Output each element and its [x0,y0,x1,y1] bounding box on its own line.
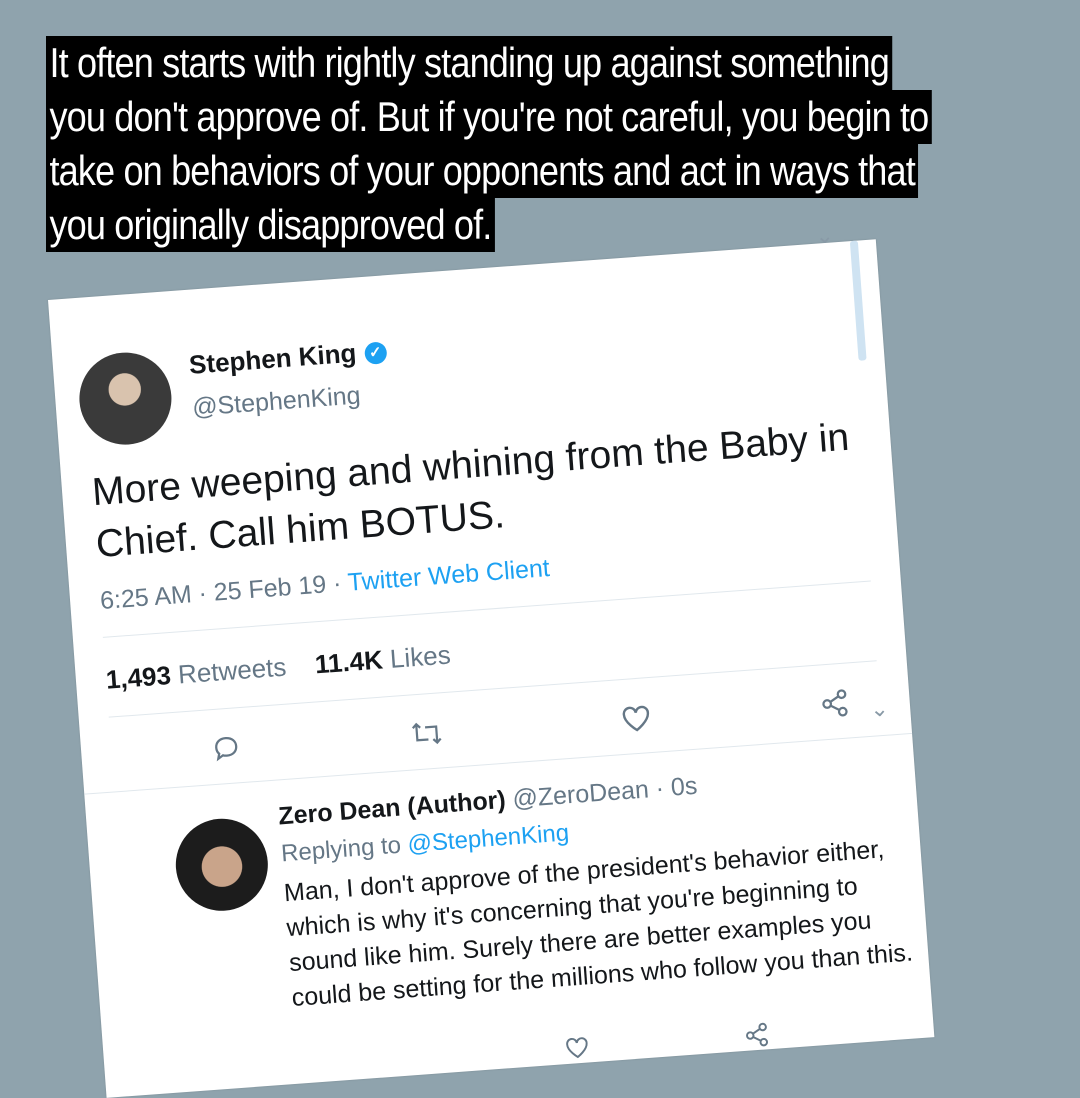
caption-line: take on behaviors of your opponents and … [46,144,919,198]
heart-icon[interactable] [563,1034,591,1060]
reply-avatar[interactable] [172,815,272,915]
replying-prefix: Replying to [280,831,409,868]
retweets-label: Retweets [169,651,288,690]
chevron-down-icon[interactable]: ⌄ [814,222,834,249]
reply-author[interactable]: Zero Dean (Author) @ZeroDean · 0s [277,772,698,832]
caption-line: you don't approve of. But if you're not … [46,90,932,144]
reply-icon[interactable] [210,732,242,764]
likes-count: 11.4K [313,644,384,680]
scrollbar[interactable] [849,240,867,361]
caption-line: you originally disapproved of. [46,198,495,252]
tweet-stats: 1,493 Retweets 11.4K Likes [105,640,452,696]
avatar[interactable] [76,349,175,448]
reply-handle-time: @ZeroDean · 0s [504,771,699,814]
tweet-card: ⌄ Stephen King ✓ @StephenKing More weepin… [48,222,935,1098]
share-icon[interactable] [743,1021,771,1049]
tweet-client-link[interactable]: Twitter Web Client [347,554,551,597]
likes-label: Likes [381,639,452,675]
tweet-time: 6:25 AM · 25 Feb 19 · [99,568,349,615]
replying-to-link[interactable]: @StephenKing [407,819,570,858]
retweet-icon[interactable] [410,717,444,749]
verified-badge-icon: ✓ [363,341,388,366]
retweets-count: 1,493 [104,660,172,695]
author-name[interactable]: Stephen King ✓ [188,335,388,380]
share-icon[interactable] [819,687,851,719]
reply-author-name: Zero Dean (Author) [277,785,507,831]
tweet-text: More weeping and whining from the Baby i… [90,415,851,567]
chevron-down-icon[interactable]: ⌄ [869,696,889,723]
author-handle[interactable]: @StephenKing [191,381,361,422]
retweets-stat[interactable]: 1,493 Retweets [105,652,287,695]
caption-line: It often starts with rightly standing up… [46,36,893,90]
heart-icon[interactable] [619,702,653,734]
likes-stat[interactable]: 11.4K Likes [314,640,452,680]
caption: It often starts with rightly standing up… [46,36,1036,252]
author-name-text: Stephen King [188,337,358,380]
